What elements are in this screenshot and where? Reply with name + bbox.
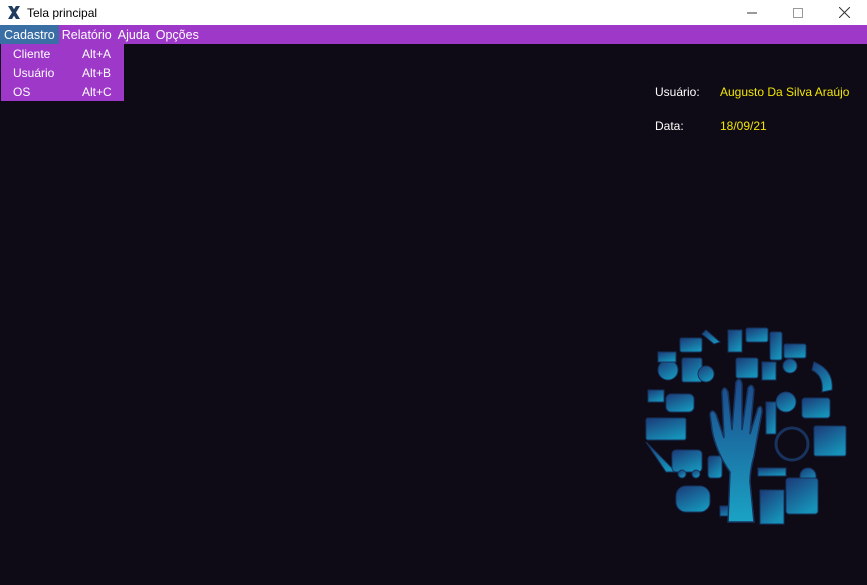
- menu-item-label: OS: [13, 84, 31, 99]
- menu-item-label: Usuário: [13, 65, 55, 80]
- menu-item-usuario[interactable]: Usuário Alt+B: [1, 63, 124, 82]
- menu-ajuda[interactable]: Ajuda: [115, 25, 153, 44]
- minimize-button[interactable]: [729, 0, 775, 25]
- minimize-icon: [747, 12, 757, 13]
- menu-item-shortcut: Alt+A: [82, 46, 112, 61]
- title-bar: Tela principal: [0, 0, 867, 25]
- menu-opcoes[interactable]: Opções: [153, 25, 202, 44]
- maximize-icon: [793, 7, 803, 18]
- menu-item-os[interactable]: OS Alt+C: [1, 82, 124, 101]
- cadastro-dropdown: Cliente Alt+A Usuário Alt+B OS Alt+C: [1, 44, 124, 101]
- menu-item-label: Cliente: [13, 46, 51, 61]
- menu-cadastro[interactable]: Cadastro: [0, 25, 59, 44]
- menu-item-cliente[interactable]: Cliente Alt+A: [1, 44, 124, 63]
- main-window: Tela principal Cadastro Relatório Ajuda …: [0, 0, 867, 585]
- date-value: 18/09/21: [720, 119, 767, 133]
- window-title: Tela principal: [27, 5, 98, 20]
- menu-item-shortcut: Alt+B: [82, 65, 112, 80]
- maximize-button[interactable]: [775, 0, 821, 25]
- hand-tree-technology-icon: [636, 322, 867, 535]
- window-controls: [729, 0, 867, 25]
- close-icon: [838, 7, 850, 18]
- menu-bar: Cadastro Relatório Ajuda Opções: [0, 25, 867, 44]
- close-button[interactable]: [821, 0, 867, 25]
- user-label: Usuário:: [655, 85, 700, 99]
- date-label: Data:: [655, 119, 684, 133]
- user-value: Augusto Da Silva Araújo: [720, 85, 850, 99]
- menu-relatorio[interactable]: Relatório: [59, 25, 115, 44]
- x-logo-icon: [5, 4, 23, 22]
- menu-item-shortcut: Alt+C: [82, 84, 112, 99]
